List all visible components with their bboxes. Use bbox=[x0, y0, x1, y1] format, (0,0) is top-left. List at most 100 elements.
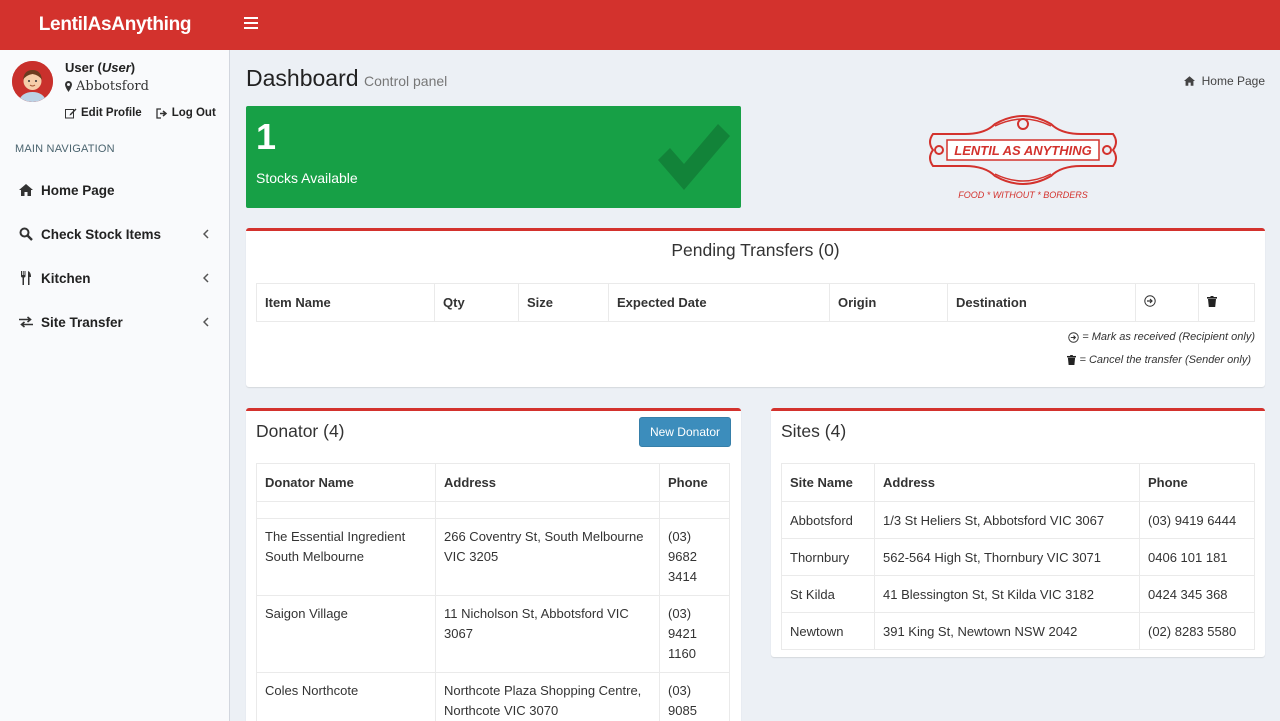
pending-transfers-table: Item Name Qty Size Expected Date Origin … bbox=[256, 283, 1255, 322]
legend-received: = Mark as received (Recipient only) bbox=[1068, 331, 1255, 343]
donator-name-cell: Coles Northcote bbox=[256, 672, 436, 721]
column-header[interactable]: Address bbox=[435, 463, 660, 502]
donator-address-cell: Northcote Plaza Shopping Centre, Northco… bbox=[435, 672, 660, 721]
column-header[interactable]: Address bbox=[874, 463, 1140, 502]
sign-out-icon bbox=[156, 107, 167, 119]
donator-phone-cell: (03) 9682 3414 bbox=[659, 518, 730, 596]
table-row[interactable]: St Kilda 41 Blessington St, St Kilda VIC… bbox=[781, 575, 1255, 613]
site-phone-cell: (03) 9419 6444 bbox=[1139, 501, 1255, 539]
exchange-icon bbox=[18, 315, 33, 329]
donator-title: Donator (4) bbox=[256, 421, 345, 441]
site-name-cell: Abbotsford bbox=[781, 501, 875, 539]
site-name-cell: St Kilda bbox=[781, 575, 875, 613]
top-navbar: LentilAsAnything bbox=[0, 0, 1280, 50]
column-header[interactable]: Item Name bbox=[256, 283, 435, 322]
breadcrumb[interactable]: Home Page bbox=[1183, 74, 1265, 88]
donator-address-cell: 11 Nicholson St, Abbotsford VIC 3067 bbox=[435, 595, 660, 673]
sidebar-item-check-stock-items[interactable]: Check Stock Items bbox=[0, 212, 229, 256]
chevron-left-icon bbox=[203, 273, 209, 283]
home-icon bbox=[1183, 76, 1195, 86]
user-avatar bbox=[12, 61, 53, 102]
map-marker-icon bbox=[65, 81, 72, 92]
column-header[interactable]: Size bbox=[518, 283, 609, 322]
edit-icon bbox=[65, 108, 77, 118]
sidebar-item-site-transfer[interactable]: Site Transfer bbox=[0, 300, 229, 344]
chevron-left-icon bbox=[203, 317, 209, 327]
site-name-cell: Thornbury bbox=[781, 538, 875, 576]
column-header[interactable]: Qty bbox=[434, 283, 519, 322]
column-header[interactable]: Destination bbox=[947, 283, 1136, 322]
user-name: User (User) bbox=[65, 60, 136, 75]
column-header[interactable]: Phone bbox=[659, 463, 730, 502]
user-location: Abbotsford bbox=[65, 79, 149, 94]
sidebar-toggle-icon[interactable] bbox=[244, 17, 258, 31]
chevron-left-icon bbox=[203, 229, 209, 239]
column-header[interactable]: Origin bbox=[829, 283, 948, 322]
pending-transfers-panel: Pending Transfers (0) Item Name Qty Size… bbox=[246, 228, 1265, 387]
table-header-row: Item Name Qty Size Expected Date Origin … bbox=[256, 283, 1255, 322]
table-row[interactable]: Abbotsford 1/3 St Heliers St, Abbotsford… bbox=[781, 501, 1255, 539]
home-icon bbox=[18, 183, 33, 197]
column-header[interactable]: Site Name bbox=[781, 463, 875, 502]
log-out-link[interactable]: Log Out bbox=[156, 107, 216, 119]
sidebar-item-label: Home Page bbox=[41, 182, 115, 198]
brand-logo-text[interactable]: LentilAsAnything bbox=[0, 0, 230, 50]
sites-title: Sites (4) bbox=[781, 421, 847, 441]
donator-name-cell: The Essential Ingredient South Melbourne bbox=[256, 518, 436, 596]
donator-name-cell: Saigon Village bbox=[256, 595, 436, 673]
table-row[interactable]: Newtown 391 King St, Newtown NSW 2042 (0… bbox=[781, 612, 1255, 650]
mark-received-column bbox=[1135, 283, 1199, 322]
column-header[interactable]: Expected Date bbox=[608, 283, 830, 322]
main-navigation: Home Page Check Stock Items Kitchen Site… bbox=[0, 168, 229, 344]
lentil-as-anything-logo: LENTIL AS ANYTHING FOOD * WITHOUT * BORD… bbox=[929, 115, 1117, 200]
stat-value: 1 bbox=[256, 116, 277, 157]
sites-table: Site Name Address Phone Abbotsford 1/3 S… bbox=[781, 463, 1255, 650]
table-header-row: Donator Name Address Phone bbox=[256, 463, 730, 502]
sign-in-icon bbox=[1068, 331, 1080, 343]
sidebar-item-label: Check Stock Items bbox=[41, 226, 162, 242]
column-header[interactable]: Donator Name bbox=[256, 463, 436, 502]
site-address-cell: 391 King St, Newtown NSW 2042 bbox=[874, 612, 1140, 650]
user-actions: Edit Profile Log Out bbox=[65, 107, 216, 119]
legend-cancel: = Cancel the transfer (Sender only) bbox=[1067, 354, 1251, 366]
column-header[interactable]: Phone bbox=[1139, 463, 1255, 502]
table-row[interactable]: Thornbury 562-564 High St, Thornbury VIC… bbox=[781, 538, 1255, 576]
table-spacer-row bbox=[256, 501, 730, 519]
table-row[interactable]: Saigon Village 11 Nicholson St, Abbotsfo… bbox=[256, 595, 730, 673]
check-icon bbox=[658, 124, 730, 190]
utensils-icon bbox=[18, 271, 33, 285]
sign-in-icon bbox=[1144, 295, 1156, 307]
donator-panel: Donator (4) New Donator Donator Name Add… bbox=[246, 408, 741, 721]
stocks-available-box: 1 Stocks Available bbox=[246, 106, 741, 208]
site-address-cell: 562-564 High St, Thornbury VIC 3071 bbox=[874, 538, 1140, 576]
nav-header: MAIN NAVIGATION bbox=[15, 143, 115, 155]
page-title: Dashboard bbox=[246, 65, 359, 91]
logo-main-text: LENTIL AS ANYTHING bbox=[954, 143, 1091, 158]
sidebar: User (User) Abbotsford Edit Profile Log … bbox=[0, 50, 230, 721]
site-phone-cell: 0424 345 368 bbox=[1139, 575, 1255, 613]
breadcrumb-home[interactable]: Home Page bbox=[1202, 74, 1265, 88]
stat-label: Stocks Available bbox=[256, 170, 358, 186]
table-row[interactable]: Coles Northcote Northcote Plaza Shopping… bbox=[256, 672, 730, 721]
site-phone-cell: (02) 8283 5580 bbox=[1139, 612, 1255, 650]
site-name-cell: Newtown bbox=[781, 612, 875, 650]
donator-phone-cell: (03) 9085 bbox=[659, 672, 730, 721]
site-phone-cell: 0406 101 181 bbox=[1139, 538, 1255, 576]
logo-tagline-text: FOOD * WITHOUT * BORDERS bbox=[958, 190, 1088, 200]
sidebar-item-label: Kitchen bbox=[41, 270, 91, 286]
pending-transfers-title: Pending Transfers (0) bbox=[671, 240, 840, 260]
edit-profile-link[interactable]: Edit Profile bbox=[65, 107, 142, 119]
new-donator-button[interactable]: New Donator bbox=[638, 417, 731, 447]
table-header-row: Site Name Address Phone bbox=[781, 463, 1255, 502]
site-address-cell: 1/3 St Heliers St, Abbotsford VIC 3067 bbox=[874, 501, 1140, 539]
trash-icon bbox=[1207, 296, 1217, 307]
main-content: Dashboard Control panel Home Page 1 Stoc… bbox=[230, 50, 1280, 721]
sites-panel: Sites (4) Site Name Address Phone Abbots… bbox=[771, 408, 1265, 657]
sidebar-item-kitchen[interactable]: Kitchen bbox=[0, 256, 229, 300]
donator-address-cell: 266 Coventry St, South Melbourne VIC 320… bbox=[435, 518, 660, 596]
sidebar-item-home-page[interactable]: Home Page bbox=[0, 168, 229, 212]
sidebar-item-label: Site Transfer bbox=[41, 314, 123, 330]
donator-phone-cell: (03) 9421 1160 bbox=[659, 595, 730, 673]
table-row[interactable]: The Essential Ingredient South Melbourne… bbox=[256, 518, 730, 596]
cancel-column bbox=[1198, 283, 1255, 322]
